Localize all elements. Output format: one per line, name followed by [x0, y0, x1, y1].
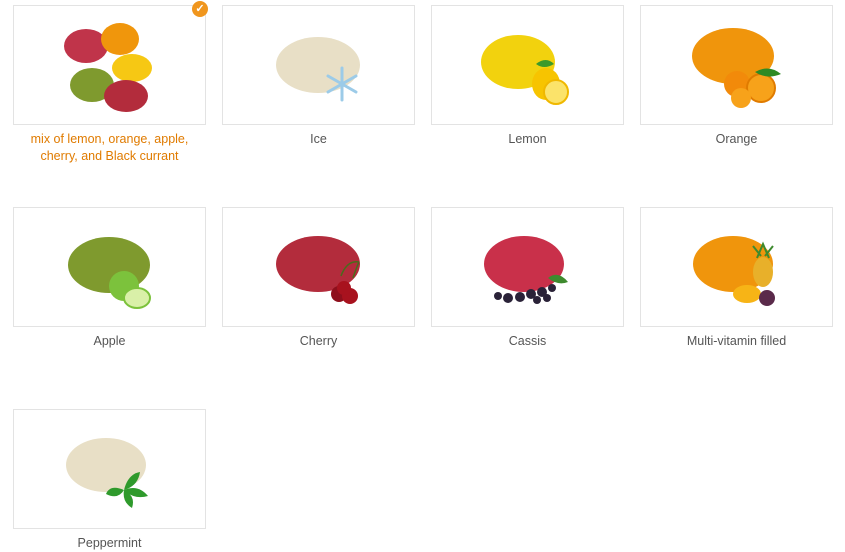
flavor-image-box[interactable] [431, 207, 624, 327]
flavor-label: Ice [310, 132, 327, 146]
flavor-option-cherry[interactable]: Cherry [222, 207, 415, 350]
flavor-label: Apple [93, 334, 126, 348]
flavor-option-cassis[interactable]: Cassis [431, 207, 624, 350]
flavor-image-box[interactable] [13, 409, 206, 529]
flavor-label: Orange [715, 132, 758, 146]
flavor-image-box[interactable] [640, 207, 833, 327]
flavor-label: Lemon [508, 132, 547, 146]
mint-leaf-icon [66, 438, 148, 508]
apple-icon [68, 237, 151, 309]
tropical-fruit-icon [693, 236, 775, 306]
blackcurrant-icon [484, 236, 568, 304]
flavor-option-mix[interactable]: ✓ mix of lemon, orange, apple, cherry, a… [13, 1, 208, 165]
flavor-image-box[interactable] [431, 5, 624, 125]
selected-check-icon: ✓ [192, 1, 208, 17]
orange-icon [692, 28, 781, 108]
flavor-image-box[interactable] [222, 207, 415, 327]
flavor-label: Peppermint [77, 536, 142, 550]
cherry-icon [276, 236, 360, 304]
flavor-option-multivitamin[interactable]: Multi-vitamin filled [640, 207, 833, 350]
flavor-option-apple[interactable]: Apple [13, 207, 206, 350]
flavor-option-peppermint[interactable]: Peppermint [13, 409, 206, 552]
mixed-candies-icon [64, 23, 152, 112]
flavor-label: Cherry [299, 334, 338, 348]
flavor-image-box[interactable] [222, 5, 415, 125]
lemon-icon [481, 35, 569, 105]
flavor-image-box[interactable] [13, 207, 206, 327]
flavor-label: Multi-vitamin filled [686, 334, 787, 348]
flavor-image-box[interactable]: ✓ [13, 1, 208, 125]
snowflake-icon [276, 37, 360, 102]
flavor-label: mix of lemon, orange, apple, cherry, and… [30, 132, 189, 163]
flavor-option-ice[interactable]: Ice [222, 5, 415, 148]
flavor-label: Cassis [508, 334, 547, 348]
flavor-option-orange[interactable]: Orange [640, 5, 833, 148]
flavor-option-lemon[interactable]: Lemon [431, 5, 624, 148]
flavor-image-box[interactable] [640, 5, 833, 125]
